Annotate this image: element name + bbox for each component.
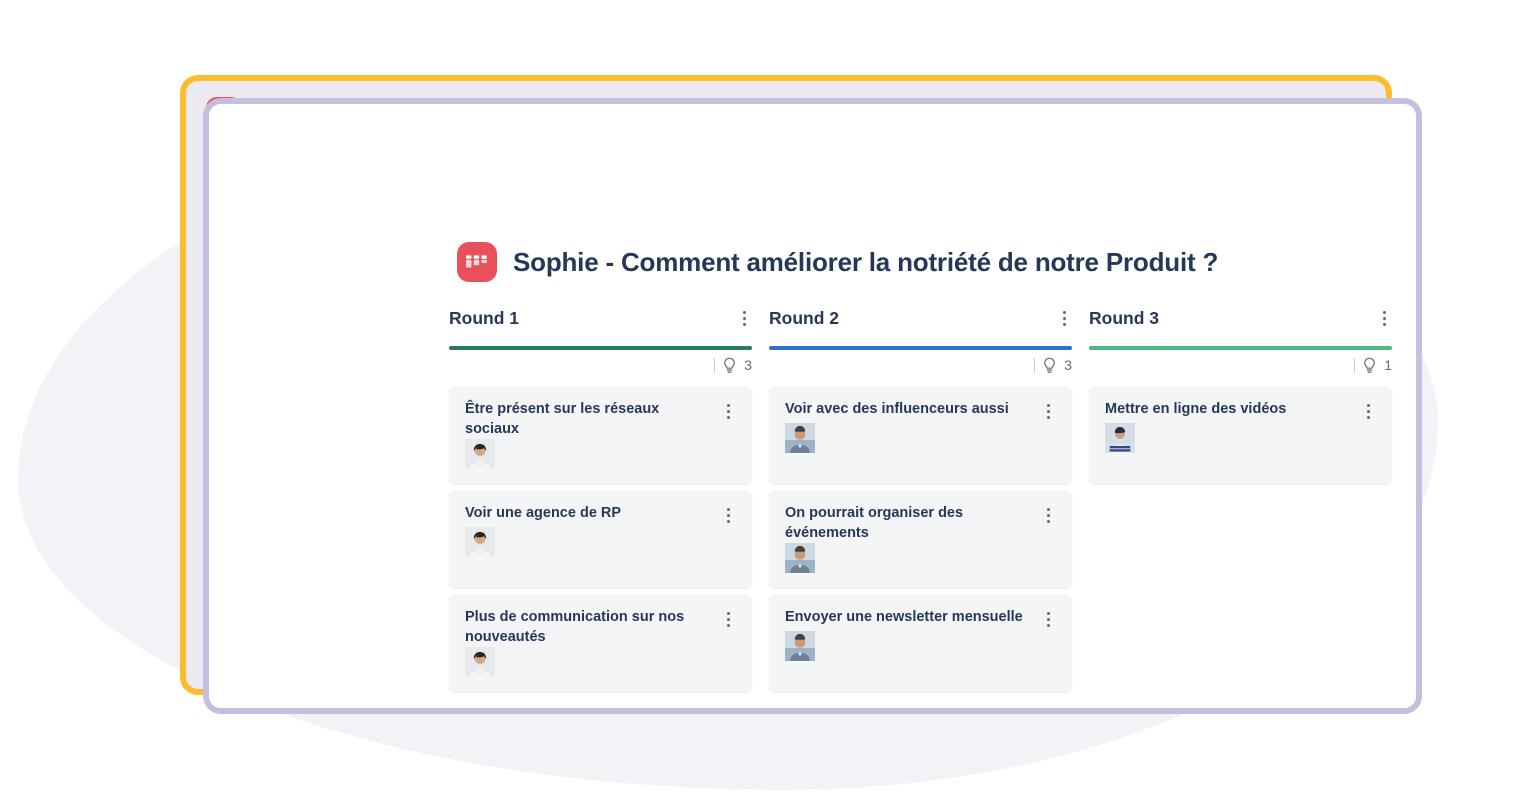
kebab-menu-icon[interactable] [721, 400, 736, 423]
column-title: Round 3 [1089, 307, 1159, 328]
kebab-menu-icon[interactable] [721, 504, 736, 527]
card-text: Voir avec des influenceurs aussi [785, 401, 1009, 417]
card-text: Être présent sur les réseaux sociaux [465, 401, 660, 437]
idea-count-value: 3 [744, 357, 752, 373]
kebab-menu-icon[interactable] [1041, 400, 1056, 423]
column-cards: Mettre en ligne des vidéos [1089, 386, 1392, 484]
column-title: Round 1 [449, 307, 519, 328]
kebab-menu-icon[interactable] [737, 307, 752, 330]
lightbulb-icon [1044, 357, 1056, 373]
idea-card[interactable]: Être présent sur les réseaux sociaux [449, 386, 752, 484]
kebab-menu-icon[interactable] [1361, 400, 1376, 423]
board-sophie-header: Sophie - Comment améliorer la notriété d… [457, 242, 1218, 282]
idea-count-value: 1 [1384, 357, 1392, 373]
column-header: Round 2 [769, 302, 1072, 334]
column-idea-count: 1 [1089, 350, 1392, 380]
column-header: Round 3 [1089, 302, 1392, 334]
card-text: Envoyer une newsletter mensuelle [785, 609, 1023, 625]
column-round-2: Round 2 3 [769, 302, 1072, 692]
kebab-menu-icon[interactable] [1057, 307, 1072, 330]
card-text: On pourrait organiser des événements [785, 505, 964, 541]
column-idea-count: 3 [769, 350, 1072, 380]
card-top-row: Envoyer une newsletter mensuelle [785, 608, 1056, 631]
board-sophie-title: Sophie - Comment améliorer la notriété d… [513, 246, 1219, 277]
avatar [1105, 423, 1376, 453]
idea-card[interactable]: Mettre en ligne des vidéos [1089, 386, 1392, 484]
column-round-1: Round 1 3 [449, 302, 752, 692]
board-sophie-columns: Round 1 3 Être présent sur les réseaux s… [449, 302, 1392, 692]
lightbulb-icon [724, 357, 736, 373]
column-round-3: Round 3 1 [1089, 302, 1392, 692]
idea-count-value: 3 [1064, 357, 1072, 373]
card-top-row: Mettre en ligne des vidéos [1105, 400, 1376, 423]
idea-card[interactable]: On pourrait organiser des événements [769, 490, 1072, 588]
kebab-menu-icon[interactable] [1377, 307, 1392, 330]
avatar [785, 423, 1056, 453]
card-text: Voir une agence de RP [465, 505, 622, 521]
divider [714, 357, 716, 373]
lightbulb-icon [1364, 357, 1376, 373]
card-top-row: On pourrait organiser des événements [785, 504, 1056, 543]
kebab-menu-icon[interactable] [721, 608, 736, 631]
divider [1034, 357, 1036, 373]
card-top-row: Voir une agence de RP [465, 504, 736, 527]
avatar [465, 647, 736, 678]
screenshot-stage: Paul - Comment améliorer la notriété de … [0, 0, 1540, 810]
column-cards: Être présent sur les réseaux sociaux Voi… [449, 386, 752, 692]
idea-card[interactable]: Plus de communication sur nos nouveautés [449, 594, 752, 692]
card-text: Mettre en ligne des vidéos [1105, 401, 1287, 417]
column-header: Round 1 [449, 302, 752, 334]
avatar [785, 543, 1056, 574]
board-window-sophie[interactable]: Sophie - Comment améliorer la notriété d… [203, 98, 1422, 714]
divider [1354, 357, 1356, 373]
card-top-row: Voir avec des influenceurs aussi [785, 400, 1056, 423]
column-cards: Voir avec des influenceurs aussi On pour… [769, 386, 1072, 692]
card-top-row: Plus de communication sur nos nouveautés [465, 608, 736, 647]
idea-card[interactable]: Voir avec des influenceurs aussi [769, 386, 1072, 484]
avatar [465, 439, 736, 470]
column-title: Round 2 [769, 307, 839, 328]
card-top-row: Être présent sur les réseaux sociaux [465, 400, 736, 439]
avatar [465, 527, 736, 557]
kanban-board-icon [457, 242, 497, 282]
idea-card[interactable]: Voir une agence de RP [449, 490, 752, 588]
avatar [785, 631, 1056, 661]
card-text: Plus de communication sur nos nouveautés [465, 609, 685, 645]
kebab-menu-icon[interactable] [1041, 608, 1056, 631]
board-sophie-content: Sophie - Comment améliorer la notriété d… [209, 104, 1416, 708]
idea-card[interactable]: Envoyer une newsletter mensuelle [769, 594, 1072, 692]
kebab-menu-icon[interactable] [1041, 504, 1056, 527]
column-idea-count: 3 [449, 350, 752, 380]
